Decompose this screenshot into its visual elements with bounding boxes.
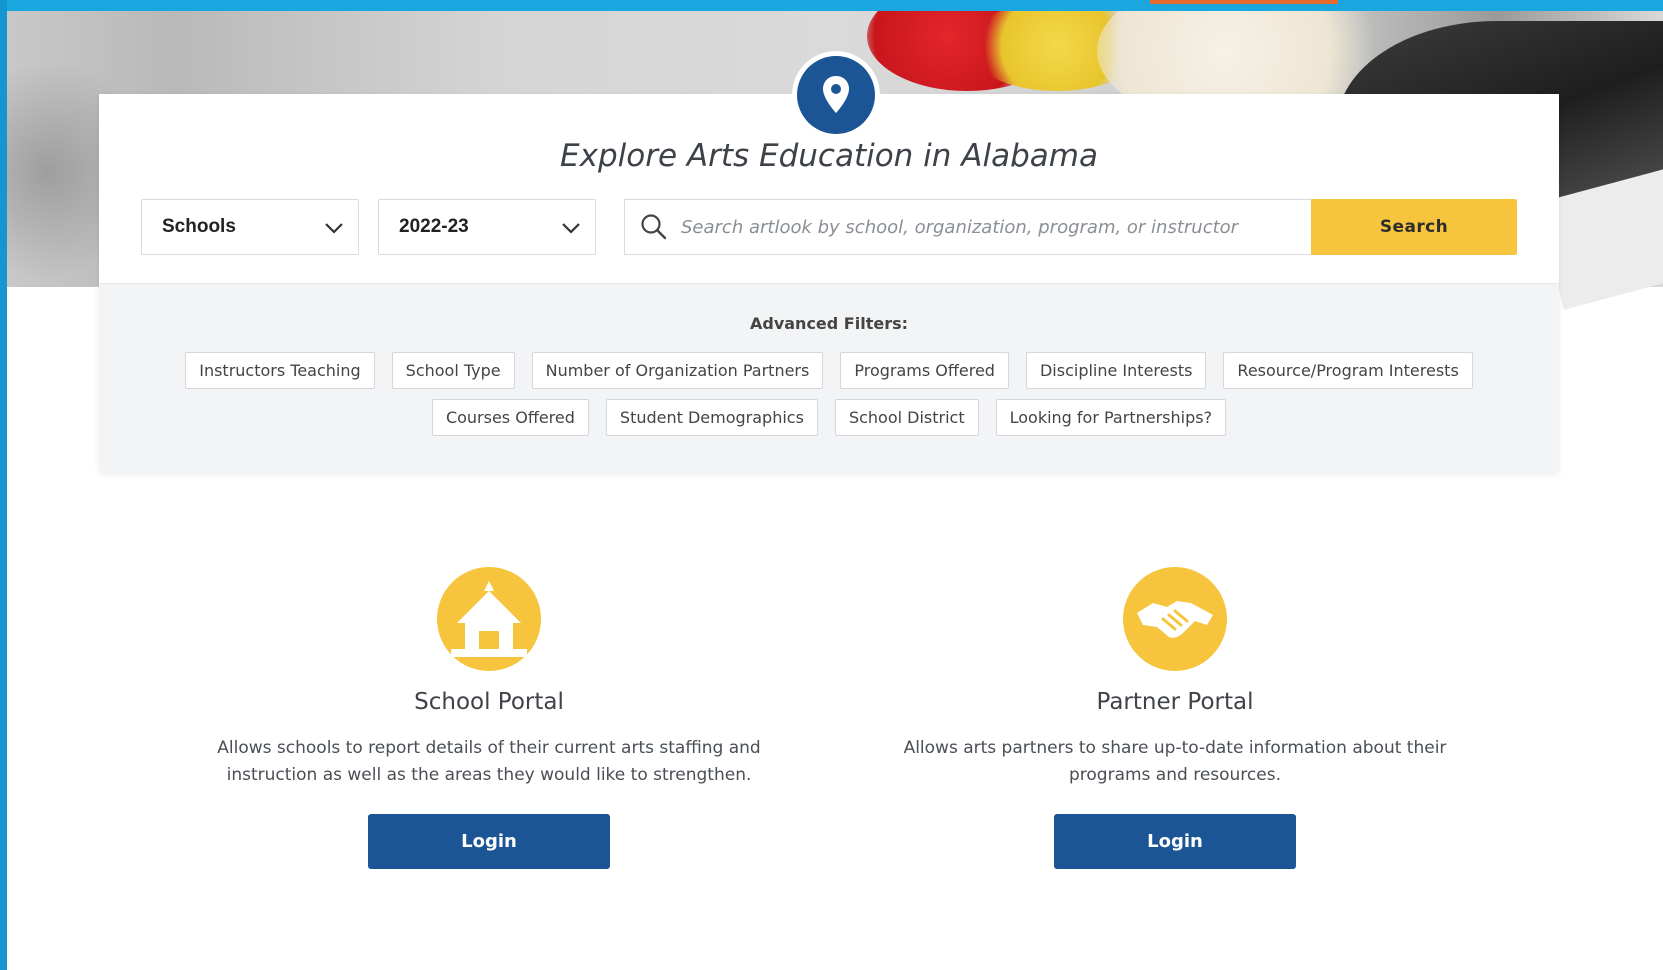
- filter-programs-offered[interactable]: Programs Offered: [840, 352, 1009, 389]
- filter-resource-program-interests[interactable]: Resource/Program Interests: [1223, 352, 1473, 389]
- advanced-filters-section: Advanced Filters: Instructors Teaching S…: [99, 283, 1559, 472]
- map-pin-icon: [823, 76, 849, 113]
- partner-portal-login-button[interactable]: Login: [1054, 814, 1296, 869]
- chevron-down-icon: [562, 223, 580, 234]
- filter-school-type[interactable]: School Type: [391, 352, 515, 389]
- advanced-filters-title: Advanced Filters:: [749, 314, 909, 333]
- filter-looking-for-partnerships[interactable]: Looking for Partnerships?: [995, 399, 1227, 436]
- school-portal-title: School Portal: [414, 689, 564, 715]
- browser-left-edge: [0, 0, 7, 970]
- school-portal-login-button[interactable]: Login: [368, 814, 610, 869]
- page-viewport: Explore Arts Education in Alabama School…: [7, 11, 1663, 970]
- partner-portal-title: Partner Portal: [1096, 689, 1254, 715]
- chevron-down-icon: [325, 223, 343, 234]
- filter-chip-list: Instructors Teaching School Type Number …: [99, 352, 1559, 446]
- filter-number-of-organization-partners[interactable]: Number of Organization Partners: [531, 352, 824, 389]
- page-title: Explore Arts Education in Alabama: [560, 138, 1098, 174]
- school-year-select[interactable]: 2022-23: [378, 199, 596, 255]
- filter-student-demographics[interactable]: Student Demographics: [605, 399, 818, 436]
- filter-courses-offered[interactable]: Courses Offered: [431, 399, 589, 436]
- filter-instructors-teaching[interactable]: Instructors Teaching: [185, 352, 375, 389]
- active-tab-indicator: [1150, 0, 1338, 4]
- entity-type-value: Schools: [162, 216, 236, 237]
- partner-portal-description: Allows arts partners to share up-to-date…: [903, 738, 1447, 785]
- school-house-icon: [437, 567, 541, 671]
- filter-discipline-interests[interactable]: Discipline Interests: [1025, 352, 1207, 389]
- location-pin-badge: [792, 51, 880, 139]
- partner-portal-card: Partner Portal Allows arts partners to s…: [895, 567, 1455, 869]
- school-portal-description: Allows schools to report details of thei…: [217, 738, 761, 785]
- app-frame: Explore Arts Education in Alabama School…: [0, 0, 1663, 970]
- school-year-value: 2022-23: [399, 216, 469, 237]
- school-portal-card: School Portal Allows schools to report d…: [209, 567, 769, 869]
- filter-school-district[interactable]: School District: [834, 399, 979, 436]
- search-panel: Explore Arts Education in Alabama School…: [99, 51, 1559, 472]
- browser-top-edge: [0, 0, 1663, 11]
- handshake-icon: [1123, 567, 1227, 671]
- search-icon: [641, 214, 667, 240]
- search-button[interactable]: Search: [1311, 199, 1517, 255]
- entity-type-select[interactable]: Schools: [141, 199, 359, 255]
